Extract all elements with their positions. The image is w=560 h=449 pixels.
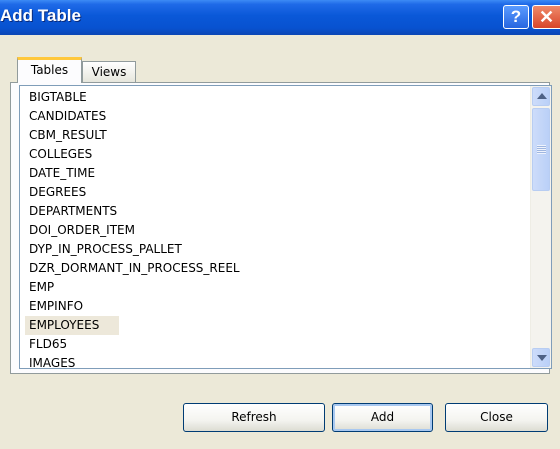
tables-listbox[interactable]: BIGTABLE CANDIDATES CBM_RESULT COLLEGES DATE…: [19, 85, 552, 369]
title-bar[interactable]: Add Table ? ✕: [0, 0, 560, 35]
list-item[interactable]: CANDIDATES: [20, 107, 525, 126]
list-item-label: DOI_ORDER_ITEM: [29, 223, 135, 237]
list-item-label: DZR_DORMANT_IN_PROCESS_REEL: [29, 261, 240, 275]
list-item[interactable]: DZR_DORMANT_IN_PROCESS_REEL: [20, 259, 525, 278]
refresh-button[interactable]: Refresh: [183, 403, 325, 432]
chevron-up-icon: [537, 93, 547, 99]
vertical-scrollbar[interactable]: [530, 86, 551, 368]
help-button[interactable]: ?: [503, 5, 529, 29]
tab-tables[interactable]: Tables: [17, 57, 82, 83]
list-item[interactable]: DYP_IN_PROCESS_PALLET: [20, 240, 525, 259]
scroll-up-button[interactable]: [532, 87, 550, 106]
list-item-label: CANDIDATES: [29, 109, 107, 123]
tab-views[interactable]: Views: [82, 61, 136, 83]
list-item-label: DATE_TIME: [29, 166, 96, 180]
list-item[interactable]: BIGTABLE: [20, 88, 525, 107]
scroll-thumb[interactable]: [532, 108, 550, 191]
list-item[interactable]: EMP: [20, 278, 525, 297]
list-item-label: DYP_IN_PROCESS_PALLET: [29, 242, 182, 256]
grip-icon: [537, 145, 546, 154]
list-item[interactable]: DEGREES: [20, 183, 525, 202]
add-button[interactable]: Add: [332, 403, 433, 432]
list-item[interactable]: CBM_RESULT: [20, 126, 525, 145]
list-item[interactable]: DOI_ORDER_ITEM: [20, 221, 525, 240]
list-item[interactable]: DATE_TIME: [20, 164, 525, 183]
table-list: BIGTABLE CANDIDATES CBM_RESULT COLLEGES DATE…: [20, 88, 525, 369]
list-item[interactable]: DEPARTMENTS: [20, 202, 525, 221]
list-item-label: DEGREES: [29, 185, 87, 199]
list-item[interactable]: FLD65: [20, 335, 525, 354]
close-button[interactable]: Close: [445, 403, 548, 432]
chevron-down-icon: [537, 355, 547, 361]
list-item-label: FLD65: [29, 337, 68, 351]
list-item-label: DEPARTMENTS: [29, 204, 118, 218]
list-item-label: CBM_RESULT: [29, 128, 107, 142]
list-item[interactable]: COLLEGES: [20, 145, 525, 164]
list-item-label: EMPLOYEES: [25, 316, 120, 335]
list-item-label: COLLEGES: [29, 147, 93, 161]
list-item-label: IMAGES: [29, 356, 76, 369]
scroll-down-button[interactable]: [532, 348, 550, 367]
list-item-label: EMPINFO: [29, 299, 84, 313]
close-window-button[interactable]: ✕: [532, 5, 560, 29]
list-item[interactable]: EMPLOYEES: [20, 316, 525, 335]
window-title: Add Table: [0, 6, 81, 25]
list-item[interactable]: IMAGES: [20, 354, 525, 369]
list-item[interactable]: EMPINFO: [20, 297, 525, 316]
list-item-label: EMP: [29, 280, 55, 294]
list-item-label: BIGTABLE: [29, 90, 87, 104]
